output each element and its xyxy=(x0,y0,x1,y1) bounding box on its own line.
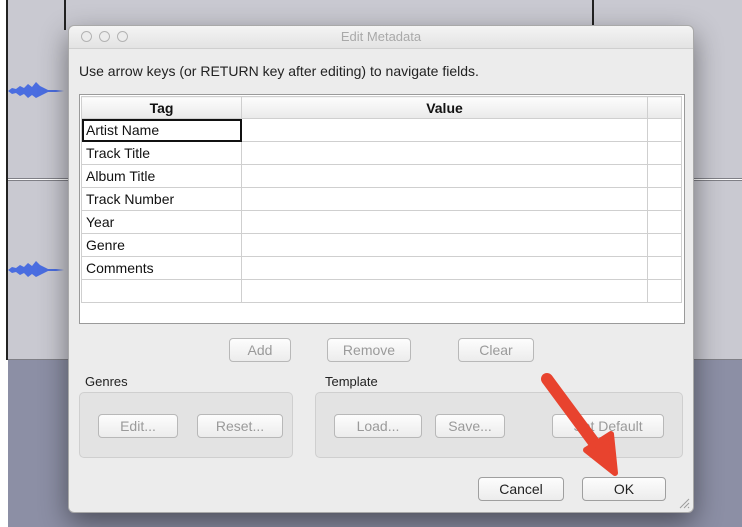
instructions-text: Use arrow keys (or RETURN key after edit… xyxy=(79,63,479,79)
set-default-button[interactable]: Set Default xyxy=(552,414,664,438)
tag-cell[interactable]: Comments xyxy=(81,256,242,280)
add-button[interactable]: Add xyxy=(229,338,291,362)
ok-button[interactable]: OK xyxy=(582,477,666,501)
value-cell[interactable] xyxy=(241,164,648,188)
save-template-button[interactable]: Save... xyxy=(435,414,505,438)
tag-cell[interactable]: Track Title xyxy=(81,141,242,165)
value-cell[interactable] xyxy=(241,118,648,142)
value-cell[interactable] xyxy=(241,210,648,234)
waveform-2 xyxy=(8,261,64,277)
value-column-header[interactable]: Value xyxy=(241,96,648,119)
load-template-button[interactable]: Load... xyxy=(334,414,422,438)
tag-cell[interactable]: Track Number xyxy=(81,187,242,211)
table-row: Track Number xyxy=(81,187,682,211)
genres-group: Edit... Reset... xyxy=(79,392,293,458)
template-label: Template xyxy=(325,374,378,389)
table-row: Album Title xyxy=(81,164,682,188)
resize-grip-icon[interactable] xyxy=(678,497,690,509)
title-bar[interactable]: Edit Metadata xyxy=(69,26,693,49)
edit-metadata-dialog: Edit Metadata Use arrow keys (or RETURN … xyxy=(68,25,694,513)
genres-label: Genres xyxy=(85,374,128,389)
waveform-1 xyxy=(8,82,64,98)
value-cell[interactable] xyxy=(241,256,648,280)
metadata-table: Tag Value Artist Name Track Title Album … xyxy=(79,94,685,324)
table-row: Genre xyxy=(81,233,682,257)
remove-button[interactable]: Remove xyxy=(327,338,411,362)
template-group: Load... Save... Set Default xyxy=(315,392,683,458)
table-row xyxy=(81,279,682,303)
tag-cell[interactable]: Genre xyxy=(81,233,242,257)
clear-button[interactable]: Clear xyxy=(458,338,534,362)
edit-genres-button[interactable]: Edit... xyxy=(98,414,178,438)
tag-cell[interactable]: Album Title xyxy=(81,164,242,188)
tag-cell[interactable]: Year xyxy=(81,210,242,234)
track-left-border xyxy=(6,0,8,360)
value-cell[interactable] xyxy=(241,187,648,211)
tag-column-header[interactable]: Tag xyxy=(81,96,242,119)
table-row: Artist Name xyxy=(81,118,682,142)
table-row: Year xyxy=(81,210,682,234)
table-row: Comments xyxy=(81,256,682,280)
value-cell[interactable] xyxy=(241,279,648,303)
track-divider xyxy=(64,0,66,30)
tag-cell[interactable] xyxy=(81,279,242,303)
reset-genres-button[interactable]: Reset... xyxy=(197,414,283,438)
cancel-button[interactable]: Cancel xyxy=(478,477,564,501)
dialog-title: Edit Metadata xyxy=(340,29,422,44)
tag-cell[interactable]: Artist Name xyxy=(81,118,242,142)
value-cell[interactable] xyxy=(241,233,648,257)
table-row: Track Title xyxy=(81,141,682,165)
value-cell[interactable] xyxy=(241,141,648,165)
header-spacer xyxy=(647,96,682,119)
